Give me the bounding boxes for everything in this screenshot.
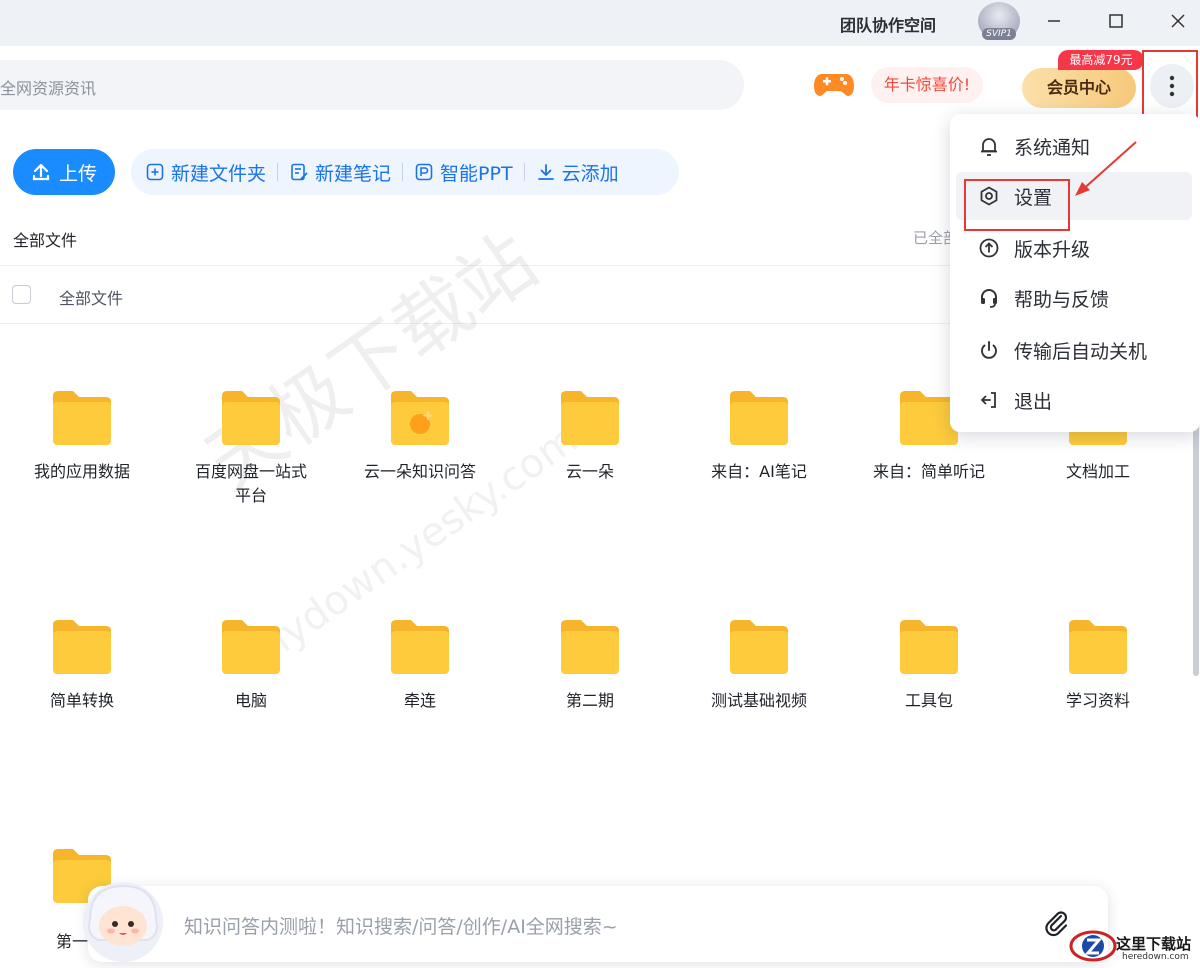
- folder-name: 来自：简单听记: [872, 462, 985, 481]
- bell-icon: [981, 138, 997, 156]
- folder-icon: [730, 620, 788, 674]
- folder-item[interactable]: 学习资料: [1018, 617, 1178, 713]
- cloud-add-button[interactable]: 云添加: [536, 159, 619, 186]
- search-input[interactable]: 全网资源资讯: [0, 60, 744, 110]
- folder-item[interactable]: 我的应用数据: [2, 388, 162, 484]
- menu-item-label: 传输后自动关机: [1014, 340, 1148, 363]
- upload-button[interactable]: 上传: [13, 149, 115, 195]
- team-space-link[interactable]: 团队协作空间: [840, 12, 936, 36]
- minimize-icon: [1048, 20, 1060, 22]
- menu-item-logout[interactable]: 退出: [956, 376, 1192, 424]
- headset-icon: [981, 289, 997, 308]
- highlight-box-more: [1142, 50, 1198, 118]
- folder-icon: [53, 620, 111, 674]
- folder-item[interactable]: 测试基础视频: [679, 617, 839, 713]
- ai-mascot-icon[interactable]: [80, 878, 166, 964]
- menu-item-auto-shutdown[interactable]: 传输后自动关机: [956, 326, 1192, 374]
- ai-assistant-bar[interactable]: 知识问答内测啦！知识搜索/问答/创作/AI全网搜索~: [88, 886, 1108, 962]
- maximize-button[interactable]: [1096, 6, 1136, 36]
- folder-icon: [222, 391, 280, 445]
- divider: [277, 163, 279, 181]
- menu-item-label: 帮助与反馈: [1014, 288, 1110, 311]
- close-icon: [1171, 14, 1185, 28]
- menu-item-label: 退出: [1014, 390, 1053, 413]
- folder-item[interactable]: 牵连: [340, 617, 500, 713]
- new-note-label: 新建笔记: [315, 162, 392, 185]
- folder-icon: [391, 620, 449, 674]
- vip-center-button[interactable]: 会员中心: [1022, 68, 1136, 108]
- action-bar: 新建文件夹 新建笔记 智能PPT 云添加: [131, 149, 679, 195]
- download-icon: [537, 164, 554, 180]
- upload-label: 上传: [58, 162, 97, 185]
- folder-icon: [391, 391, 449, 445]
- folder-icon: [222, 620, 280, 674]
- upload-icon: [32, 163, 50, 181]
- folder-name: 简单转换: [49, 691, 114, 710]
- search-placeholder: 全网资源资讯: [0, 79, 97, 98]
- folder-item[interactable]: 第二期: [510, 617, 670, 713]
- menu-item-label: 版本升级: [1014, 238, 1091, 261]
- svip-badge: SVIP1: [982, 28, 1016, 40]
- menu-item-help-feedback[interactable]: 帮助与反馈: [956, 274, 1192, 322]
- folder-item[interactable]: 云一朵知识问答: [340, 388, 500, 484]
- divider: [402, 163, 404, 181]
- annual-promo-button[interactable]: 年卡惊喜价!: [871, 67, 983, 103]
- note-icon: [291, 163, 308, 181]
- add-folder-icon: [146, 163, 164, 181]
- gamepad-icon[interactable]: [814, 68, 854, 104]
- folder-name: 测试基础视频: [710, 691, 807, 710]
- folder-name: 云一朵知识问答: [363, 462, 476, 481]
- cloud-add-label: 云添加: [561, 162, 619, 185]
- folder-item[interactable]: 来自：AI笔记: [679, 388, 839, 484]
- folder-item[interactable]: 云一朵: [510, 388, 670, 484]
- power-icon: [981, 341, 997, 359]
- discount-badge: 最高减79元: [1058, 50, 1144, 70]
- folder-icon: [561, 391, 619, 445]
- folder-name: 电脑: [234, 691, 267, 710]
- site-logo-url: heredown.com: [1122, 952, 1189, 962]
- menu-item-upgrade[interactable]: 版本升级: [956, 224, 1192, 272]
- new-folder-label: 新建文件夹: [171, 162, 267, 185]
- minimize-button[interactable]: [1034, 6, 1074, 36]
- folder-icon: [561, 620, 619, 674]
- folder-name: 百度网盘一站式平台: [194, 462, 307, 505]
- site-logo-name: 这里下载站: [1116, 935, 1192, 953]
- highlight-box-settings: [964, 179, 1070, 231]
- divider: [523, 163, 525, 181]
- folder-item[interactable]: 百度网盘一站式平台: [171, 388, 331, 508]
- folder-icon: [900, 620, 958, 674]
- new-folder-button[interactable]: 新建文件夹: [145, 159, 266, 186]
- folder-name: 第二期: [565, 691, 614, 710]
- logout-icon: [980, 392, 996, 408]
- smart-ppt-button[interactable]: 智能PPT: [414, 159, 513, 186]
- list-header-label: 全部文件: [59, 289, 124, 308]
- scrollbar[interactable]: [1193, 420, 1199, 676]
- folder-icon: [53, 391, 111, 445]
- new-note-button[interactable]: 新建笔记: [289, 159, 391, 186]
- smart-ppt-label: 智能PPT: [440, 162, 513, 185]
- top-bar: 全网资源资讯 年卡惊喜价! 会员中心 最高减79元: [0, 46, 1200, 124]
- folder-item[interactable]: 电脑: [171, 617, 331, 713]
- pointer-arrow-icon: [1075, 141, 1137, 196]
- folder-name: 工具包: [904, 691, 953, 710]
- breadcrumb[interactable]: 全部文件: [13, 227, 77, 251]
- folder-name: 牵连: [403, 691, 436, 710]
- folder-icon: [730, 391, 788, 445]
- folder-name: 学习资料: [1065, 691, 1130, 710]
- folder-item[interactable]: 工具包: [849, 617, 1009, 713]
- upgrade-icon: [979, 238, 999, 258]
- maximize-icon: [1109, 14, 1123, 28]
- folder-name: 文档加工: [1065, 462, 1130, 481]
- select-all-checkbox[interactable]: [12, 285, 31, 304]
- folder-name: 我的应用数据: [33, 462, 130, 481]
- folder-icon: [1069, 620, 1127, 674]
- folder-name: 云一朵: [565, 462, 614, 481]
- folder-name: 来自：AI笔记: [711, 462, 807, 481]
- ppt-icon: [415, 163, 433, 181]
- folder-item[interactable]: 简单转换: [2, 617, 162, 713]
- title-bar: 团队协作空间 SVIP1: [0, 0, 1200, 46]
- close-button[interactable]: [1158, 6, 1198, 36]
- ai-input-placeholder: 知识问答内测啦！知识搜索/问答/创作/AI全网搜索~: [184, 916, 618, 938]
